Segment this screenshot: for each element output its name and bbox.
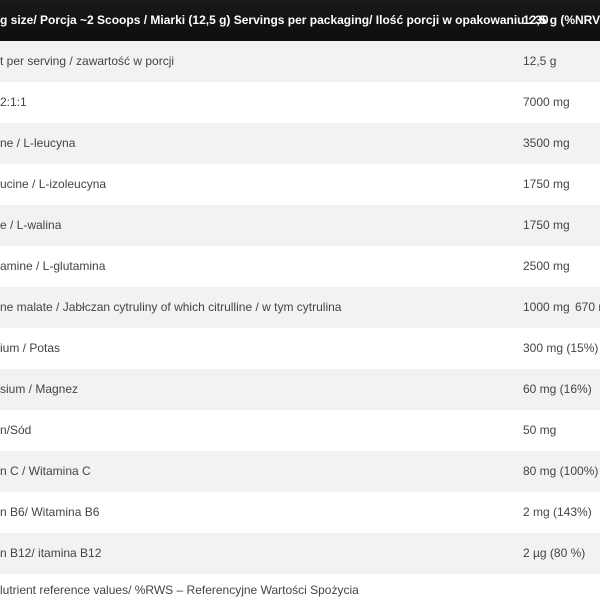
table-row: n C / Witamina C 80 mg (100%) xyxy=(0,451,600,492)
nutrient-amount: 300 mg (15%) xyxy=(523,341,599,355)
table-row: t per serving / zawartość w porcji 12,5 g xyxy=(0,41,600,82)
nutrient-amount: 3500 mg xyxy=(523,136,570,150)
nutrient-name: n/Sód xyxy=(0,423,32,437)
table-row: amine / L-glutamina 2500 mg xyxy=(0,246,600,287)
nutrient-name: amine / L-glutamina xyxy=(0,259,106,273)
nutrient-name: ucine / L-izoleucyna xyxy=(0,177,107,191)
nutrient-amount-secondary: 670 m xyxy=(575,300,600,314)
nutrient-name: 2:1:1 xyxy=(0,95,27,109)
nutrient-amount: 80 mg (100%) xyxy=(523,464,599,478)
table-row: ne / L-leucyna 3500 mg xyxy=(0,123,600,164)
header-serving-info: g size/ Porcja ~2 Scoops / Miarki (12,5 … xyxy=(0,13,549,27)
footnote: lutrient reference values/ %RWS – Refere… xyxy=(0,583,359,597)
table-row: ium / Potas 300 mg (15%) xyxy=(0,328,600,369)
nutrient-amount: 7000 mg xyxy=(523,95,570,109)
nutrient-name: ne malate / Jabłczan cytruliny of which … xyxy=(0,300,342,314)
nutrient-name: n C / Witamina C xyxy=(0,464,91,478)
nutrient-name: ium / Potas xyxy=(0,341,61,355)
nutrient-amount: 2 µg (80 %) xyxy=(523,546,586,560)
nutrient-amount: 50 mg xyxy=(523,423,557,437)
nutrient-amount: 60 mg (16%) xyxy=(523,382,592,396)
nutrient-name: ne / L-leucyna xyxy=(0,136,76,150)
nutrient-name: t per serving / zawartość w porcji xyxy=(0,54,175,68)
table-row: e / L-walina 1750 mg xyxy=(0,205,600,246)
nutrient-amount: 1750 mg xyxy=(523,177,570,191)
nutrient-name: e / L-walina xyxy=(0,218,62,232)
nutrient-amount: 2 mg (143%) xyxy=(523,505,592,519)
table-row: sium / Magnez 60 mg (16%) xyxy=(0,369,600,410)
nutrient-name: sium / Magnez xyxy=(0,382,79,396)
nutrient-amount: 12,5 g xyxy=(523,54,557,68)
nutrient-amount: 1750 mg xyxy=(523,218,570,232)
table-row: ne malate / Jabłczan cytruliny of which … xyxy=(0,287,600,328)
table-row: n B12/ itamina B12 2 µg (80 %) xyxy=(0,533,600,574)
table-row: n/Sód 50 mg xyxy=(0,410,600,451)
table-row: ucine / L-izoleucyna 1750 mg xyxy=(0,164,600,205)
nutrient-name: n B12/ itamina B12 xyxy=(0,546,102,560)
nutrient-name: n B6/ Witamina B6 xyxy=(0,505,100,519)
header-amount-column: 12,5 g (%NRV/ % xyxy=(523,13,600,27)
table-header: g size/ Porcja ~2 Scoops / Miarki (12,5 … xyxy=(0,0,600,41)
nutrient-amount: 2500 mg xyxy=(523,259,570,273)
nutrition-table: g size/ Porcja ~2 Scoops / Miarki (12,5 … xyxy=(0,0,600,600)
nutrient-amount: 1000 mg xyxy=(523,300,570,314)
table-row: 2:1:1 7000 mg xyxy=(0,82,600,123)
table-row: n B6/ Witamina B6 2 mg (143%) xyxy=(0,492,600,533)
